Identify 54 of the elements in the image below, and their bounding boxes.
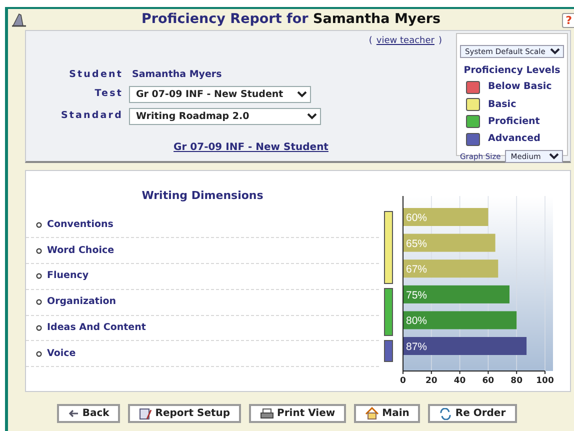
field-label: Student — [68, 68, 124, 82]
dimension-label[interactable]: Fluency — [47, 269, 89, 284]
level-label: Proficient — [488, 114, 540, 129]
field-label: Standard — [60, 109, 124, 124]
field-label: Test — [94, 87, 124, 102]
house-icon — [365, 407, 380, 420]
logo-icon — [11, 12, 27, 28]
level-label: Below Basic — [488, 80, 552, 94]
student-name: Samantha Myers — [132, 68, 222, 82]
paren-text: ( — [368, 35, 372, 48]
level-label: Basic — [488, 98, 516, 112]
test-select[interactable]: Gr 07-09 INF - New Student — [129, 86, 311, 103]
axis-tick-label: 40 — [454, 376, 466, 386]
bullet-icon — [36, 325, 42, 332]
bar-value-label: 75% — [406, 289, 428, 302]
axis-tick-label: 60 — [482, 376, 494, 386]
dimension-label[interactable]: Word Choice — [47, 244, 114, 258]
dimension-label[interactable]: Ideas And Content — [47, 320, 146, 336]
level-label: Advanced — [488, 132, 540, 146]
arrow-icon — [68, 409, 80, 418]
student-name-title: Samantha Myers — [312, 11, 441, 27]
back-button[interactable]: Back — [57, 404, 120, 423]
axis-tick-label: 100 — [536, 376, 554, 386]
reorder-button[interactable]: Re Order — [428, 404, 517, 423]
paren-text: ) — [438, 35, 442, 48]
document-icon — [139, 407, 152, 420]
dimension-label[interactable]: Conventions — [47, 218, 114, 232]
bar-value-label: 80% — [406, 315, 428, 328]
dimension-label[interactable]: Voice — [47, 346, 76, 361]
view-teacher-link[interactable]: view teacher — [376, 35, 434, 48]
axis-tick-label: 0 — [400, 376, 406, 386]
standard-select[interactable]: Writing Roadmap 2.0 — [129, 108, 321, 125]
bar-value-label: 87% — [406, 341, 428, 353]
report-title: Proficiency Report for — [141, 11, 308, 27]
bullet-icon — [36, 273, 42, 280]
axis-tick-label: 80 — [510, 376, 523, 386]
main-button[interactable]: Main — [354, 404, 420, 423]
bullet-icon — [36, 248, 42, 254]
dimension-label[interactable]: Organization — [47, 295, 116, 310]
bullet-icon — [36, 350, 42, 357]
axis-tick-label: 20 — [425, 376, 438, 386]
report-setup-button[interactable]: Report Setup — [128, 404, 242, 423]
bullet-icon — [36, 299, 42, 306]
printer-icon — [260, 408, 274, 420]
section-title: Writing Dimensions — [140, 188, 264, 204]
bar-value-label: 60% — [406, 212, 428, 224]
reorder-icon — [439, 408, 452, 420]
help-icon[interactable]: ? — [562, 13, 574, 28]
bar-value-label: 67% — [406, 264, 428, 276]
bullet-icon — [36, 222, 42, 228]
legend-title: Proficiency Levels — [462, 64, 562, 78]
print-view-button[interactable]: Print View — [249, 404, 346, 423]
bar-value-label: 65% — [406, 238, 428, 250]
test-link[interactable]: Gr 07-09 INF - New Student — [174, 142, 328, 153]
